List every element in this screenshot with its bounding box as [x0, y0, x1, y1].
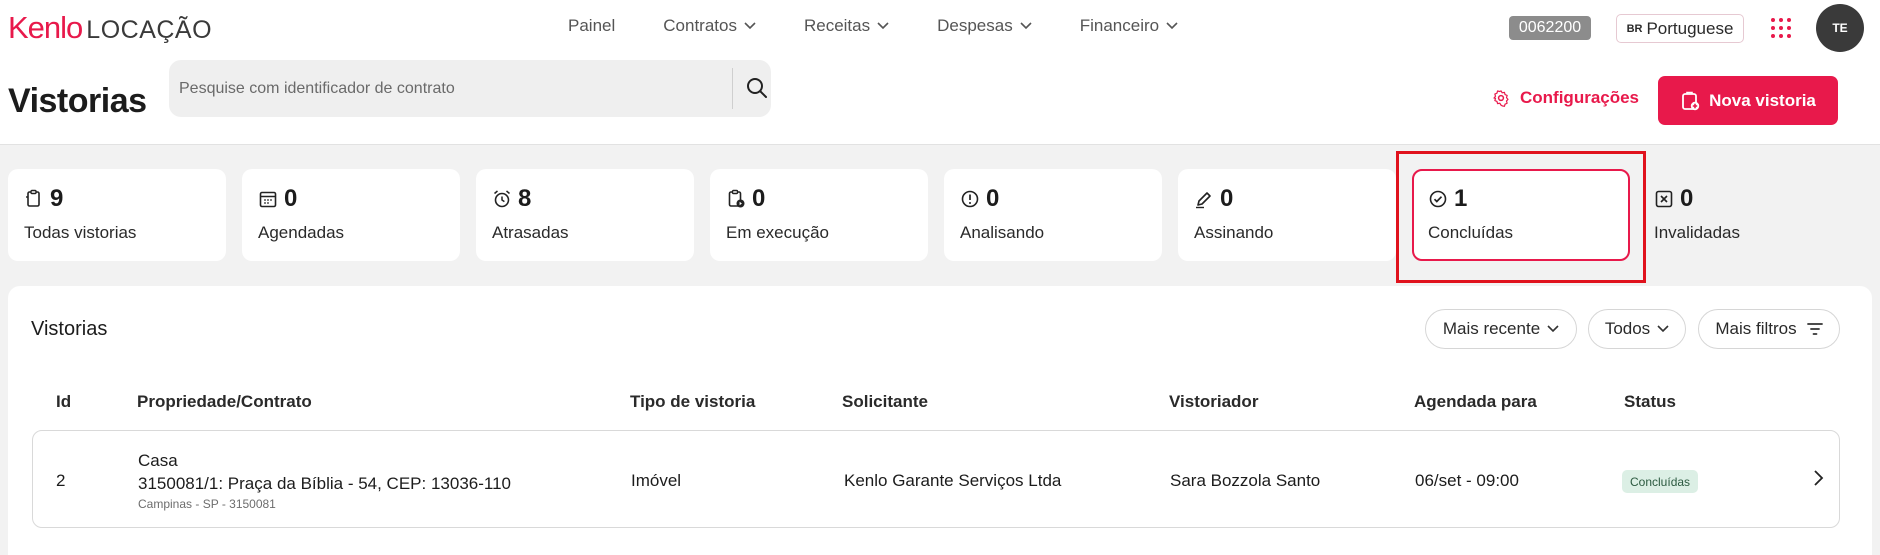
status-count: 8 [518, 185, 532, 212]
status-card-atrasadas[interactable]: 8 Atrasadas [476, 169, 694, 261]
status-count: 1 [1454, 185, 1468, 212]
status-label: Em execução [726, 223, 829, 242]
alarm-clock-icon [494, 190, 510, 208]
chevron-down-icon [1020, 22, 1032, 30]
status-count: 0 [986, 185, 1000, 212]
language-flag: BR [1626, 22, 1643, 35]
calendar-icon [259, 191, 277, 208]
chevron-down-icon [1657, 325, 1669, 333]
clipboard-icon [26, 189, 40, 207]
column-header-scheduled: Agendada para [1414, 392, 1537, 411]
row-inspector: Sara Bozzola Santo [1170, 471, 1321, 490]
new-inspection-button[interactable]: Nova vistoria [1658, 76, 1838, 125]
user-avatar[interactable]: TE [1816, 4, 1864, 52]
chevron-down-icon [1547, 325, 1559, 333]
status-card-assinando[interactable]: 0 Assinando [1178, 169, 1396, 261]
row-location: Campinas - SP - 3150081 [138, 497, 276, 511]
nav-label: Receitas [803, 16, 871, 35]
brand-product: LOCAÇÃO [86, 16, 213, 44]
row-id: 2 [56, 471, 66, 490]
nav-label: Contratos [663, 16, 737, 35]
status-label: Todas vistorias [24, 223, 137, 242]
search-icon [747, 78, 767, 98]
status-card-em-execucao[interactable]: 0 Em execução [710, 169, 928, 261]
clipboard-play-icon [728, 189, 745, 208]
search-button[interactable] [739, 70, 775, 106]
settings-link[interactable]: Configurações [1492, 88, 1639, 108]
chevron-right-icon[interactable] [1813, 469, 1825, 487]
row-contract-address: 3150081/1: Praça da Bíblia - 54, CEP: 13… [138, 474, 511, 493]
nav-item-painel[interactable]: Painel [568, 16, 615, 36]
main-nav: Painel Contratos Receitas Despesas Finan… [568, 16, 1178, 36]
status-card-agendadas[interactable]: 0 Agendadas [242, 169, 460, 261]
more-filters-label: Mais filtros [1715, 319, 1797, 338]
column-header-requester: Solicitante [842, 392, 928, 411]
status-label: Analisando [960, 223, 1045, 242]
brand-logo[interactable]: Kenlo LOCAÇÃO [8, 10, 212, 46]
status-label: Invalidadas [1654, 223, 1741, 242]
language-label: Portuguese [1646, 18, 1734, 38]
account-code-badge: 0062200 [1509, 16, 1591, 40]
x-square-icon [1655, 190, 1673, 208]
filter-icon [1806, 323, 1823, 335]
nav-item-receitas[interactable]: Receitas [804, 16, 889, 36]
status-count: 0 [1220, 185, 1234, 212]
row-scheduled-for: 06/set - 09:00 [1415, 471, 1519, 490]
top-header: Kenlo LOCAÇÃO Painel Contratos Receitas … [0, 0, 1880, 145]
status-label: Atrasadas [492, 223, 569, 242]
nav-label: Financeiro [1079, 16, 1160, 35]
chevron-down-icon [1166, 22, 1178, 30]
table-row[interactable]: 2 Casa 3150081/1: Praça da Bíblia - 54, … [32, 430, 1840, 528]
column-header-status: Status [1624, 392, 1676, 411]
nav-item-financeiro[interactable]: Financeiro [1080, 16, 1178, 36]
column-header-inspector: Vistoriador [1169, 392, 1259, 411]
nav-label: Despesas [937, 16, 1013, 35]
panel-title: Vistorias [31, 318, 108, 340]
status-card-analisando[interactable]: 0 Analisando [944, 169, 1162, 261]
apps-grid-icon[interactable] [1771, 18, 1791, 38]
nav-item-contratos[interactable]: Contratos [663, 16, 756, 36]
status-label: Assinando [1194, 223, 1274, 242]
pen-icon [1196, 192, 1211, 209]
status-card-todas[interactable]: 9 Todas vistorias [8, 169, 226, 261]
status-label: Concluídas [1428, 223, 1514, 242]
status-card-invalidadas[interactable]: 0 Invalidadas [1646, 169, 1864, 261]
chevron-down-icon [744, 22, 756, 30]
scope-dropdown[interactable]: Todos [1588, 309, 1686, 349]
search-divider [732, 68, 733, 109]
row-inspection-type: Imóvel [631, 471, 682, 490]
new-inspection-label: Nova vistoria [1709, 90, 1816, 110]
status-badge: Concluídas [1622, 470, 1699, 493]
status-card-concluidas[interactable]: 1 Concluídas [1412, 169, 1630, 261]
gear-icon [1493, 90, 1509, 107]
sort-dropdown[interactable]: Mais recente [1425, 309, 1577, 349]
new-inspection-icon [1682, 91, 1700, 110]
row-property-type: Casa [138, 451, 178, 470]
status-count: 9 [50, 185, 64, 212]
language-selector[interactable]: BR Portuguese [1616, 14, 1744, 43]
column-header-type: Tipo de vistoria [630, 392, 756, 411]
column-header-property: Propriedade/Contrato [137, 392, 312, 411]
status-count: 0 [1680, 185, 1694, 212]
search-bar [169, 60, 771, 117]
status-label: Agendadas [258, 223, 345, 242]
page-title: Vistorias [8, 82, 147, 120]
status-count: 0 [284, 185, 298, 212]
row-requester: Kenlo Garante Serviços Ltda [844, 471, 1062, 490]
column-header-id: Id [56, 392, 72, 411]
search-input[interactable] [179, 60, 739, 117]
brand-name: Kenlo [8, 10, 83, 45]
settings-label: Configurações [1520, 88, 1640, 107]
chevron-down-icon [877, 22, 889, 30]
alert-circle-icon [961, 190, 979, 208]
more-filters-button[interactable]: Mais filtros [1698, 309, 1840, 349]
scope-label: Todos [1604, 319, 1651, 338]
check-circle-icon [1429, 190, 1447, 208]
sort-label: Mais recente [1442, 319, 1541, 338]
status-count: 0 [752, 185, 766, 212]
nav-label: Painel [568, 16, 616, 35]
nav-item-despesas[interactable]: Despesas [937, 16, 1032, 36]
inspections-panel: Vistorias Mais recente Todos Mais filtro… [8, 286, 1872, 555]
